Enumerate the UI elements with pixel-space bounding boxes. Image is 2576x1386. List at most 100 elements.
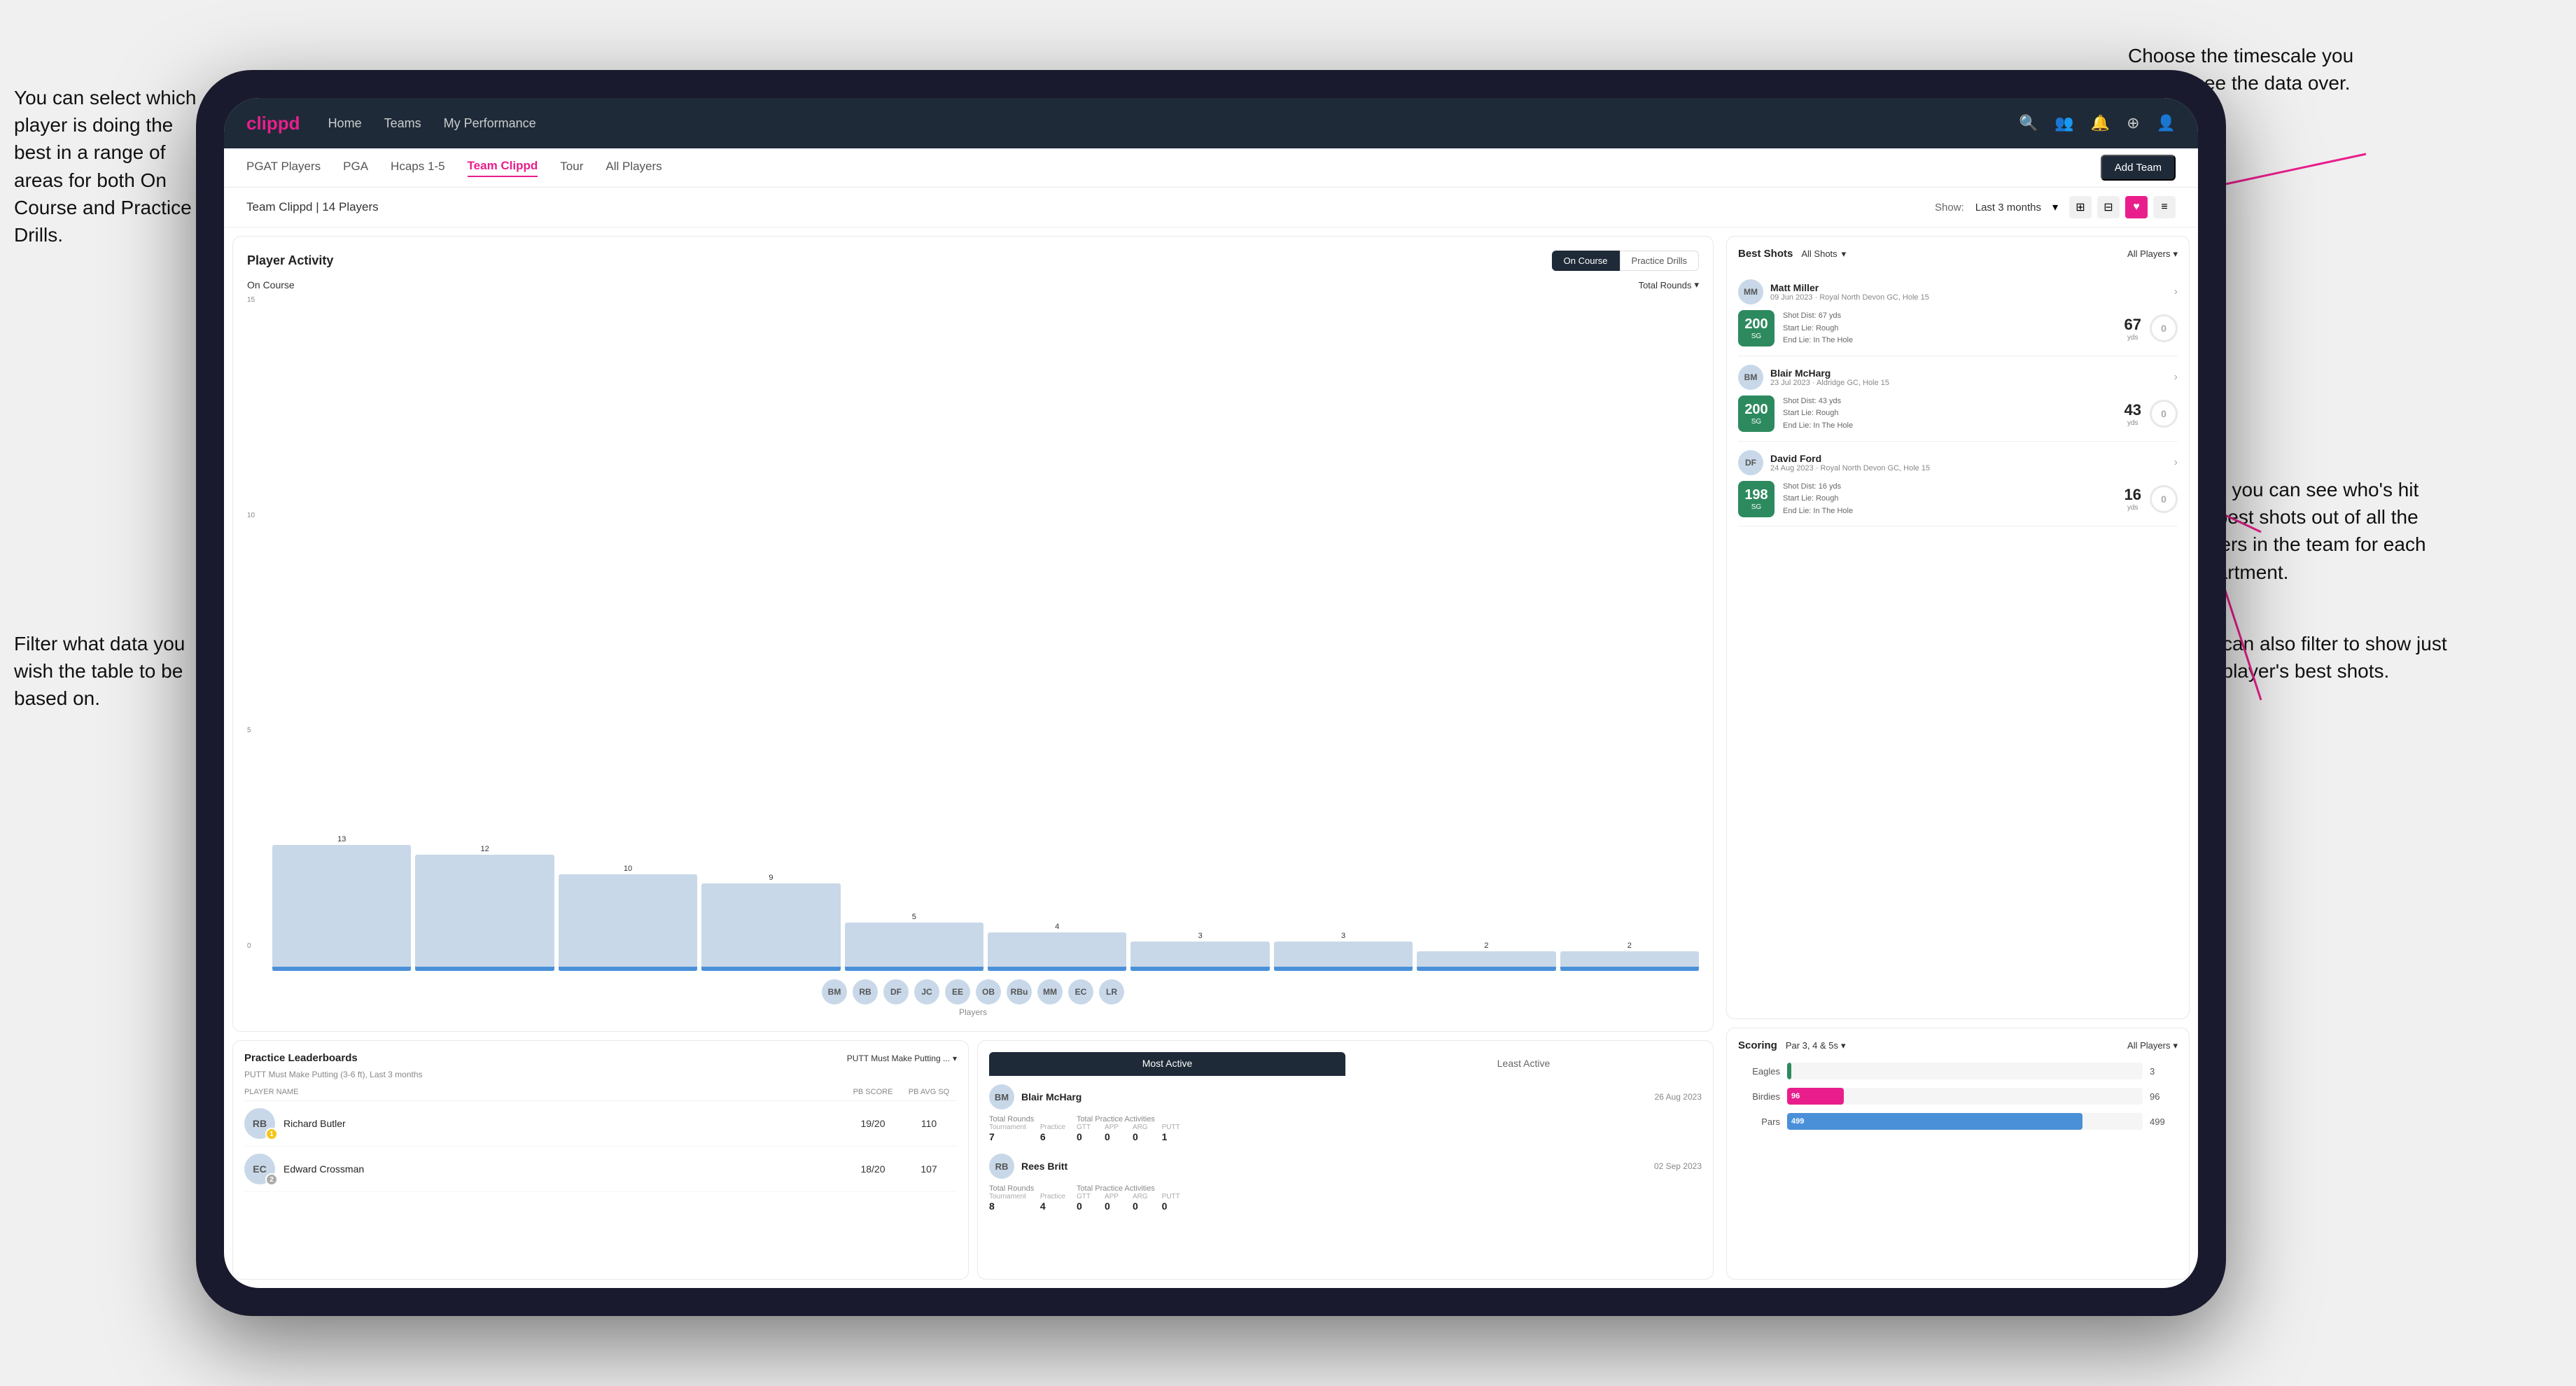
list-view-icon[interactable]: ⊟ (2097, 196, 2120, 218)
list-item: Eagles 3 (1738, 1063, 2178, 1079)
pl-dropdown[interactable]: PUTT Must Make Putting ... ▾ (847, 1054, 957, 1063)
scoring-bar: 96 (1787, 1088, 1844, 1105)
plus-circle-icon[interactable]: ⊕ (2127, 114, 2139, 132)
tab-least-active[interactable]: Least Active (1345, 1052, 1702, 1076)
total-rounds-select[interactable]: Total Rounds ▾ (1639, 279, 1699, 290)
add-team-button[interactable]: Add Team (2101, 155, 2176, 181)
rank-badge: 1 (265, 1128, 278, 1140)
scoring-section: Scoring Par 3, 4 & 5s ▾ All Players ▾ Ea… (1726, 1028, 2190, 1280)
sc-all-players[interactable]: All Players ▾ (2127, 1040, 2178, 1051)
bar (1130, 941, 1269, 971)
shot-metric-distance: 43 yds (2124, 401, 2141, 427)
top-navigation: clippd Home Teams My Performance 🔍 👥 🔔 ⊕… (224, 98, 2198, 148)
col-player-name: PLAYER NAME (244, 1088, 845, 1096)
bs-filter-players[interactable]: All Players ▾ (2127, 248, 2178, 260)
bs-filter-shots[interactable]: All Shots ▾ (1801, 248, 1846, 260)
sub-navigation: PGAT Players PGA Hcaps 1-5 Team Clippd T… (224, 148, 2198, 188)
bar-group: 10 (559, 864, 697, 971)
list-item: BM Blair McHarg 26 Aug 2023 Total Rounds… (989, 1084, 1702, 1142)
player-activity-section: Player Activity On Course Practice Drill… (232, 236, 1714, 1032)
tablet-screen: clippd Home Teams My Performance 🔍 👥 🔔 ⊕… (224, 98, 2198, 1288)
bar-chart: 1312109543322 (272, 831, 1699, 971)
rank-badge: 2 (265, 1173, 278, 1186)
col-pb-score: PB SCORE (845, 1088, 901, 1096)
menu-view-icon[interactable]: ≡ (2153, 196, 2176, 218)
tab-team-clippd[interactable]: Team Clippd (468, 159, 538, 177)
player-avatar[interactable]: MM (1037, 979, 1063, 1004)
chevron-right-icon[interactable]: › (2174, 371, 2178, 384)
scoring-bar: 499 (1787, 1113, 2082, 1130)
chevron-down-icon[interactable]: ▾ (2052, 200, 2058, 214)
chevron-down-icon: ▾ (2173, 248, 2178, 260)
tab-hcaps[interactable]: Hcaps 1-5 (391, 160, 444, 176)
player-name: Richard Butler (284, 1118, 845, 1129)
tab-most-active[interactable]: Most Active (989, 1052, 1345, 1076)
avatar: RB (989, 1154, 1014, 1179)
player-avatar[interactable]: OB (976, 979, 1001, 1004)
grid-view-icon[interactable]: ⊞ (2069, 196, 2092, 218)
tab-on-course[interactable]: On Course (1552, 251, 1620, 271)
list-item[interactable]: BM Blair McHarg 23 Jul 2023 · Aldridge G… (1738, 356, 2178, 442)
player-avatar[interactable]: EE (945, 979, 970, 1004)
bar-group: 2 (1560, 941, 1699, 971)
bar (845, 923, 983, 971)
scoring-label: Pars (1738, 1116, 1780, 1127)
player-avatar[interactable]: EC (1068, 979, 1093, 1004)
nav-my-performance[interactable]: My Performance (444, 116, 536, 131)
search-icon[interactable]: 🔍 (2019, 114, 2038, 132)
time-select[interactable]: Last 3 months (1975, 202, 2041, 214)
list-item[interactable]: DF David Ford 24 Aug 2023 · Royal North … (1738, 442, 2178, 527)
scoring-bar-wrap: 499 (1787, 1113, 2143, 1130)
best-shots-section: Best Shots All Shots ▾ All Players ▾ (1726, 236, 2190, 1019)
shot-info: Shot Dist: 43 yds Start Lie: Rough End L… (1783, 396, 2116, 433)
view-icons: ⊞ ⊟ ♥ ≡ (2069, 196, 2176, 218)
main-content: Player Activity On Course Practice Drill… (224, 227, 2198, 1288)
avatar: MM (1738, 279, 1763, 304)
sub-nav-tabs: PGAT Players PGA Hcaps 1-5 Team Clippd T… (246, 159, 662, 177)
chevron-down-icon: ▾ (1842, 248, 1847, 260)
tab-all-players[interactable]: All Players (606, 160, 662, 176)
tab-pga[interactable]: PGA (343, 160, 368, 176)
rank-avatar: EC 2 (244, 1154, 275, 1184)
chevron-down-icon: ▾ (1694, 279, 1699, 290)
bar (1417, 951, 1555, 971)
nav-home[interactable]: Home (328, 116, 362, 131)
scoring-label: Eagles (1738, 1066, 1780, 1077)
chevron-right-icon[interactable]: › (2174, 286, 2178, 298)
heart-view-icon[interactable]: ♥ (2125, 196, 2148, 218)
list-item[interactable]: EC 2 Edward Crossman 18/20 107 (244, 1147, 957, 1192)
sc-filter[interactable]: Par 3, 4 & 5s ▾ (1786, 1040, 1846, 1051)
bar-group: 3 (1130, 932, 1269, 971)
scoring-bar-wrap (1787, 1063, 2143, 1079)
tab-tour[interactable]: Tour (560, 160, 583, 176)
player-avatar[interactable]: JC (914, 979, 939, 1004)
players-x-label: Players (247, 1007, 1699, 1017)
nav-teams[interactable]: Teams (384, 116, 421, 131)
activity-tabs: On Course Practice Drills (1552, 251, 1699, 271)
scoring-label: Birdies (1738, 1091, 1780, 1102)
player-avatar[interactable]: LR (1099, 979, 1124, 1004)
bar-chart-container: 15 10 5 0 1312109543322 (247, 296, 1699, 971)
user-avatar-icon[interactable]: 👤 (2157, 114, 2176, 132)
activity-title: Player Activity (247, 253, 333, 268)
tab-pgat-players[interactable]: PGAT Players (246, 160, 321, 176)
avatar: DF (1738, 450, 1763, 475)
chevron-down-icon: ▾ (953, 1054, 957, 1063)
users-icon[interactable]: 👥 (2054, 114, 2073, 132)
player-avatar[interactable]: BM (822, 979, 847, 1004)
player-avatar[interactable]: DF (883, 979, 909, 1004)
player-avatar[interactable]: RB (853, 979, 878, 1004)
list-item[interactable]: MM Matt Miller 09 Jun 2023 · Royal North… (1738, 271, 2178, 356)
chevron-down-icon: ▾ (1841, 1040, 1846, 1051)
tab-practice-drills[interactable]: Practice Drills (1620, 251, 1699, 271)
team-title: Team Clippd | 14 Players (246, 200, 379, 214)
list-item[interactable]: RB 1 Richard Butler 19/20 110 (244, 1101, 957, 1147)
chevron-right-icon[interactable]: › (2174, 456, 2178, 469)
bottom-left-panels: Practice Leaderboards PUTT Must Make Put… (224, 1036, 1722, 1288)
practice-leaderboard-section: Practice Leaderboards PUTT Must Make Put… (232, 1040, 969, 1280)
player-avatar[interactable]: RBu (1007, 979, 1032, 1004)
bar (988, 932, 1126, 971)
scoring-value: 3 (2150, 1066, 2178, 1077)
shot-info: Shot Dist: 16 yds Start Lie: Rough End L… (1783, 481, 2116, 518)
bell-icon[interactable]: 🔔 (2091, 114, 2110, 132)
